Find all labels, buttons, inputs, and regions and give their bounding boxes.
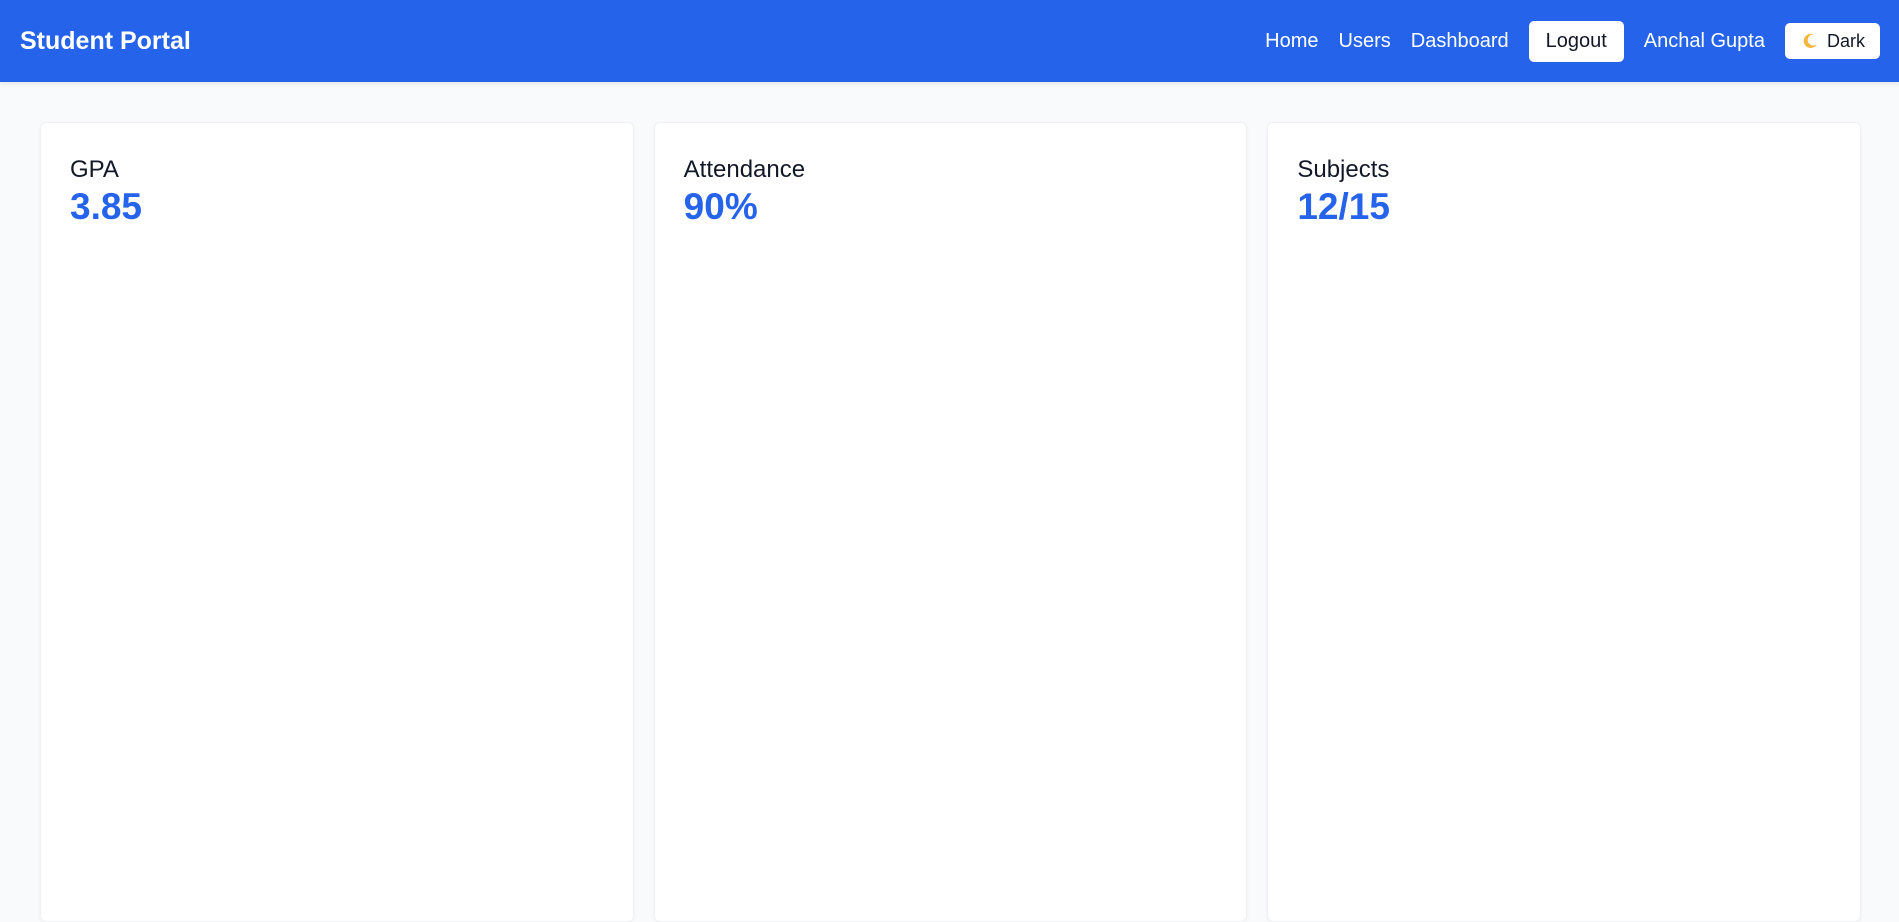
gpa-card: GPA 3.85 <box>40 122 634 922</box>
card-title: GPA <box>70 156 119 183</box>
user-name: Anchal Gupta <box>1643 29 1765 52</box>
theme-toggle-label: Dark <box>1826 30 1865 51</box>
top-navbar: Student Portal Home Users Dashboard Logo… <box>0 0 1899 82</box>
card-value: 12/15 <box>1297 186 1390 228</box>
attendance-card: Attendance 90% <box>653 122 1248 922</box>
brand-title[interactable]: Student Portal <box>20 27 191 56</box>
card-title: Attendance <box>683 156 806 183</box>
stats-cards: GPA 3.85 Attendance 90% Subjects 12/15 <box>0 82 1899 922</box>
card-value: 3.85 <box>70 186 143 228</box>
card-value: 90% <box>683 186 758 228</box>
subjects-card: Subjects 12/15 <box>1267 122 1862 922</box>
moon-icon <box>1801 32 1819 50</box>
nav-menu: Home Users Dashboard Logout Anchal Gupta… <box>1265 20 1880 62</box>
logout-button[interactable]: Logout <box>1528 20 1624 62</box>
nav-link-dashboard[interactable]: Dashboard <box>1411 30 1509 53</box>
card-title: Subjects <box>1297 156 1390 183</box>
nav-link-home[interactable]: Home <box>1265 30 1318 53</box>
theme-toggle-button[interactable]: Dark <box>1784 23 1880 59</box>
nav-link-users[interactable]: Users <box>1339 30 1391 53</box>
